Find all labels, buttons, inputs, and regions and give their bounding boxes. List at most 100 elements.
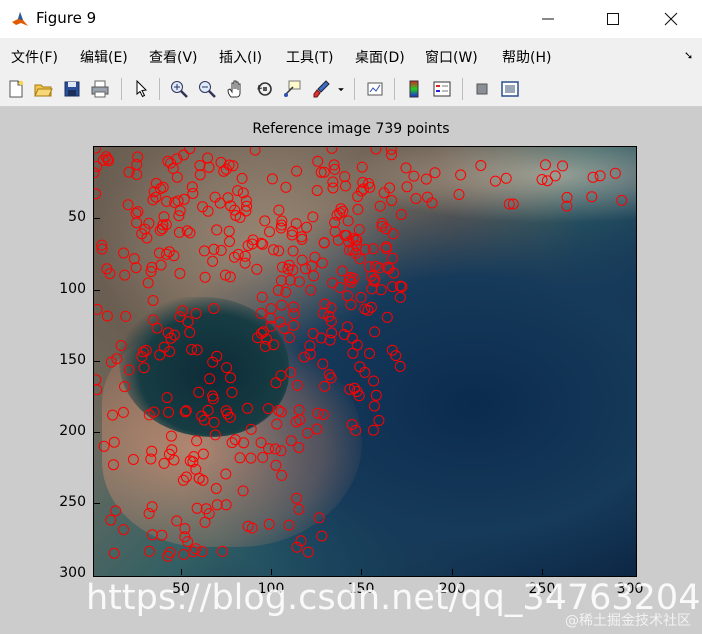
point-marker — [312, 155, 324, 167]
point-marker — [143, 545, 155, 557]
point-marker — [455, 169, 467, 181]
point-marker — [234, 452, 246, 464]
point-marker — [327, 182, 339, 194]
point-marker — [302, 427, 313, 439]
zoom-in-icon[interactable] — [167, 77, 191, 101]
menu-insert[interactable]: 插入(I) — [219, 47, 262, 67]
point-marker — [191, 435, 203, 447]
legend-icon[interactable] — [430, 77, 454, 101]
point-marker — [594, 170, 606, 182]
point-marker — [291, 379, 303, 391]
point-marker — [215, 244, 227, 256]
point-marker — [317, 409, 329, 421]
point-marker — [146, 445, 158, 457]
point-marker — [180, 471, 192, 483]
point-marker — [401, 181, 413, 193]
print-icon[interactable] — [88, 77, 112, 101]
brush-icon[interactable] — [309, 77, 333, 101]
rotate-3d-icon[interactable] — [253, 77, 277, 101]
dock-arrow-icon[interactable]: ➘ — [684, 49, 693, 62]
maximize-button[interactable] — [602, 8, 624, 30]
point-marker — [316, 530, 328, 542]
y-tick-label: 300 — [59, 565, 86, 581]
show-plot-tools-icon[interactable] — [498, 77, 522, 101]
point-marker — [263, 443, 275, 455]
point-marker — [280, 181, 292, 193]
save-icon[interactable] — [60, 77, 84, 101]
point-marker — [143, 508, 155, 519]
point-marker — [191, 344, 203, 356]
point-marker — [270, 377, 282, 389]
menu-window[interactable]: 窗口(W) — [425, 47, 478, 67]
point-marker — [249, 147, 261, 156]
point-marker — [394, 360, 406, 372]
brush-dropdown-icon[interactable] — [334, 77, 348, 101]
open-folder-icon[interactable] — [31, 77, 55, 101]
new-file-icon[interactable] — [4, 77, 28, 101]
point-marker — [284, 332, 295, 344]
point-marker — [256, 291, 268, 303]
point-marker — [105, 514, 117, 526]
hide-plot-tools-icon[interactable] — [470, 77, 494, 101]
minimize-button[interactable] — [537, 8, 559, 30]
point-marker — [345, 299, 357, 311]
axes-plot-area[interactable] — [93, 146, 637, 577]
point-marker — [162, 550, 174, 562]
point-marker — [536, 174, 548, 185]
point-marker — [237, 485, 249, 497]
point-marker — [370, 147, 382, 155]
point-marker — [272, 284, 284, 296]
point-marker — [290, 416, 302, 428]
point-marker — [364, 348, 375, 359]
menu-file[interactable]: 文件(F) — [11, 47, 58, 67]
point-marker — [178, 549, 190, 560]
menu-view[interactable]: 查看(V) — [149, 47, 198, 67]
point-marker — [186, 181, 198, 193]
menu-edit[interactable]: 编辑(E) — [80, 47, 128, 67]
point-marker — [302, 546, 314, 558]
point-marker — [319, 380, 331, 392]
point-marker — [387, 252, 399, 264]
figure-toolbar — [0, 72, 702, 107]
point-marker — [223, 225, 235, 237]
point-marker — [142, 277, 154, 289]
data-cursor-icon[interactable] — [280, 77, 304, 101]
point-marker — [276, 469, 288, 481]
point-marker — [368, 375, 380, 387]
point-marker — [305, 284, 317, 296]
point-marker — [287, 245, 299, 257]
point-marker — [315, 332, 327, 344]
pan-hand-icon[interactable] — [223, 77, 247, 101]
colorbar-icon[interactable] — [402, 77, 426, 101]
point-marker — [317, 358, 329, 370]
link-plot-icon[interactable] — [363, 77, 387, 101]
point-marker — [394, 291, 406, 303]
point-marker — [356, 161, 368, 173]
point-marker — [263, 518, 275, 530]
pointer-icon[interactable] — [129, 77, 153, 101]
x-tick-mark — [271, 569, 272, 575]
menu-desktop[interactable]: 桌面(D) — [355, 47, 405, 67]
menu-help[interactable]: 帮助(H) — [502, 47, 551, 67]
menu-tools[interactable]: 工具(T) — [286, 47, 333, 67]
point-marker — [190, 543, 202, 555]
point-marker — [218, 165, 230, 177]
close-button[interactable] — [660, 8, 682, 30]
point-marker — [226, 437, 238, 449]
y-tick-mark — [94, 503, 100, 504]
point-marker — [190, 308, 202, 319]
point-marker — [285, 366, 297, 378]
point-marker — [108, 436, 120, 448]
y-tick-mark — [94, 218, 100, 219]
y-tick-label: 150 — [59, 352, 86, 368]
y-tick-mark — [94, 432, 100, 433]
point-marker — [609, 167, 621, 179]
zoom-out-icon[interactable] — [195, 77, 219, 101]
point-marker — [110, 505, 122, 517]
point-marker — [174, 268, 186, 279]
point-marker — [300, 263, 311, 275]
point-marker — [557, 160, 569, 172]
point-marker — [301, 221, 313, 233]
point-marker — [475, 160, 487, 171]
x-tick-mark — [542, 569, 543, 575]
